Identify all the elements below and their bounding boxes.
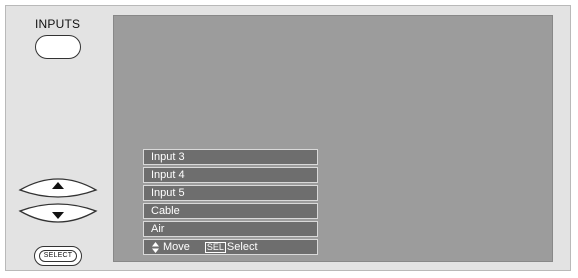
menu-item-input-4[interactable]: Input 4 bbox=[143, 167, 318, 183]
sel-key-icon: SEL bbox=[204, 241, 226, 253]
menu-item-air[interactable]: Air bbox=[143, 221, 318, 237]
select-button-label: SELECT bbox=[38, 250, 78, 262]
menu-item-input-3[interactable]: Input 3 bbox=[143, 149, 318, 165]
select-button[interactable]: SELECT bbox=[34, 246, 82, 266]
inputs-button[interactable] bbox=[35, 35, 81, 59]
up-down-arrows-icon bbox=[152, 241, 159, 253]
menu-help-bar: Move SEL Select bbox=[143, 239, 318, 255]
inputs-label: INPUTS bbox=[35, 17, 81, 31]
input-menu: Input 3 Input 4 Input 5 Cable Air Move S… bbox=[143, 149, 318, 255]
menu-item-cable[interactable]: Cable bbox=[143, 203, 318, 219]
menu-item-input-5[interactable]: Input 5 bbox=[143, 185, 318, 201]
help-move-label: Move bbox=[163, 241, 190, 253]
help-select-label: Select bbox=[226, 241, 258, 253]
